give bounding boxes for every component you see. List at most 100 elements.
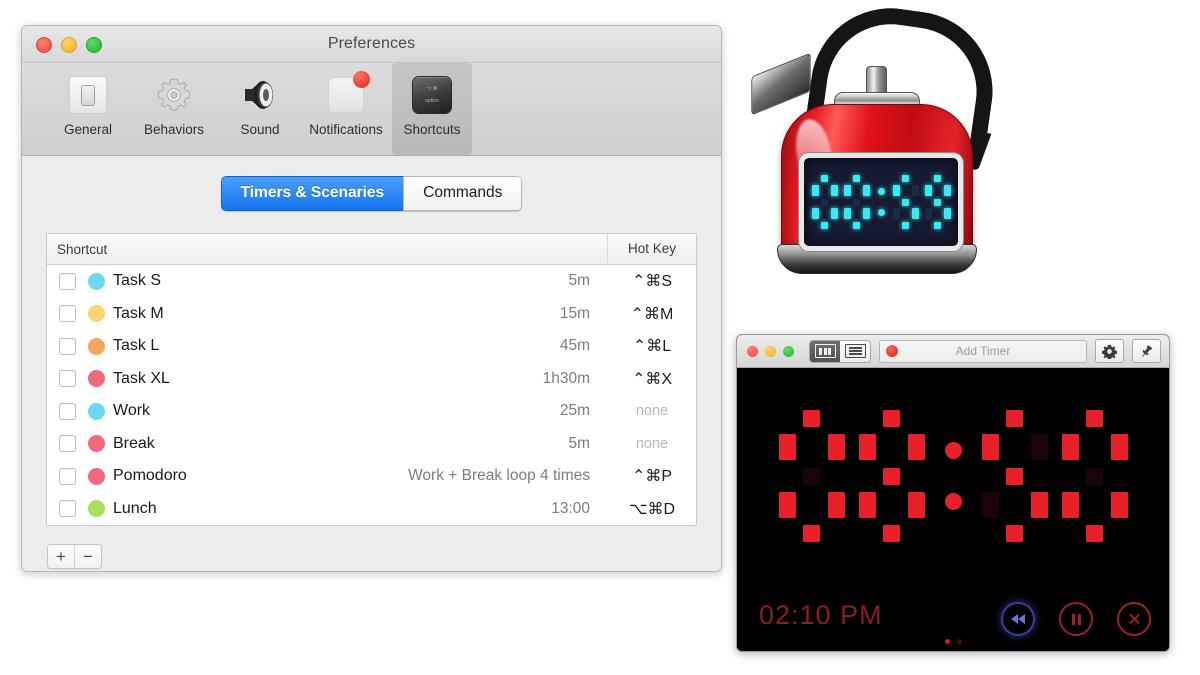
close-circle-icon xyxy=(1128,613,1141,626)
row-name: Task S xyxy=(113,272,162,290)
toolbar-item-shortcuts[interactable]: ⌥⌘ option Shortcuts xyxy=(392,63,472,155)
color-dot-icon xyxy=(88,402,105,420)
toolbar-item-general[interactable]: General xyxy=(48,63,128,137)
table-row[interactable]: Lunch 13:00 ⌥⌘D xyxy=(47,493,696,526)
list-view-icon[interactable] xyxy=(840,340,870,362)
row-hotkey[interactable]: ⌃⌘P xyxy=(608,466,696,486)
window-title: Preferences xyxy=(327,35,416,52)
row-duration: 45m xyxy=(559,337,590,355)
table-row[interactable]: Task L 45m ⌃⌘L xyxy=(47,330,696,363)
row-duration: Work + Break loop 4 times xyxy=(408,467,590,485)
preferences-toolbar: General Behaviors Sound Notifications ⌥⌘… xyxy=(22,63,721,156)
tab-commands[interactable]: Commands xyxy=(403,176,523,211)
preferences-titlebar: Preferences xyxy=(22,26,721,63)
timer-close-window-button[interactable] xyxy=(747,345,758,357)
toolbar-label-behaviors: Behaviors xyxy=(143,122,205,137)
row-hotkey[interactable]: ⌃⌘S xyxy=(608,271,696,291)
color-dot-icon xyxy=(88,272,105,290)
color-dot-icon xyxy=(88,500,105,518)
table-row[interactable]: Task M 15m ⌃⌘M xyxy=(47,298,696,331)
seven-segment-digit xyxy=(843,175,870,229)
table-row[interactable]: Work 25m none xyxy=(47,395,696,428)
row-hotkey[interactable]: ⌃⌘M xyxy=(608,304,696,324)
table-row[interactable]: Task S 5m ⌃⌘S xyxy=(47,265,696,298)
row-hotkey[interactable]: ⌃⌘X xyxy=(608,369,696,389)
add-timer-input[interactable]: Add Timer xyxy=(879,339,1087,363)
seven-segment-digit xyxy=(811,175,838,229)
row-checkbox[interactable] xyxy=(59,435,76,453)
table-row[interactable]: Task XL 1h30m ⌃⌘X xyxy=(47,363,696,396)
preferences-content: Timers & Scenaries Commands Shortcut Hot… xyxy=(22,156,721,571)
page-indicator-dots[interactable] xyxy=(737,639,1169,644)
pause-button[interactable] xyxy=(1059,602,1093,636)
gear-icon[interactable] xyxy=(1095,339,1124,363)
pushpin-icon[interactable] xyxy=(1132,339,1161,363)
row-duration: 5m xyxy=(568,272,590,290)
table-row[interactable]: Pomodoro Work + Break loop 4 times ⌃⌘P xyxy=(47,460,696,493)
add-timer-placeholder: Add Timer xyxy=(955,344,1011,358)
column-header-hotkey: Hot Key xyxy=(607,234,696,264)
add-shortcut-button[interactable]: + xyxy=(48,545,75,568)
row-checkbox[interactable] xyxy=(59,402,76,420)
timer-body: 02:10 PM xyxy=(737,368,1169,651)
toolbar-label-shortcuts: Shortcuts xyxy=(403,122,461,137)
row-duration: 15m xyxy=(559,304,590,322)
row-name: Break xyxy=(113,434,155,452)
notification-icon xyxy=(306,70,386,120)
kettle-spout xyxy=(751,52,811,116)
row-duration: 5m xyxy=(568,434,590,452)
row-duration: 25m xyxy=(559,402,590,420)
tab-bar: Timers & Scenaries Commands xyxy=(22,156,721,211)
colon-separator xyxy=(944,410,962,542)
timer-maximize-window-button[interactable] xyxy=(783,345,794,357)
seven-segment-digit xyxy=(924,175,951,229)
timer-bottom-bar: 02:10 PM xyxy=(737,590,1169,651)
row-checkbox[interactable] xyxy=(59,272,76,290)
preferences-window: Preferences General Behaviors Sound Noti… xyxy=(21,25,722,572)
row-name: Task L xyxy=(113,337,160,355)
row-name: Pomodoro xyxy=(113,467,187,485)
table-header-row: Shortcut Hot Key xyxy=(47,234,696,265)
row-duration: 13:00 xyxy=(551,499,590,517)
kettle-display-screen xyxy=(799,153,963,251)
toolbar-item-notifications[interactable]: Notifications xyxy=(306,63,386,137)
timer-traffic-lights xyxy=(747,345,794,357)
view-toggle-group xyxy=(809,339,871,363)
rewind-button[interactable] xyxy=(1001,602,1035,636)
colon-separator xyxy=(877,175,885,229)
kettle-timer-illustration xyxy=(751,0,1055,308)
row-hotkey[interactable]: none xyxy=(608,403,696,419)
current-clock-time: 02:10 PM xyxy=(759,600,883,630)
toolbar-item-sound[interactable]: Sound xyxy=(220,63,300,137)
table-body: Task S 5m ⌃⌘S Task M 15m ⌃⌘M Task L 45m ⌃⌘L Task … xyxy=(47,265,696,525)
toolbar-label-notifications: Notifications xyxy=(309,122,383,137)
seven-segment-digit xyxy=(778,410,845,542)
row-hotkey[interactable]: none xyxy=(608,436,696,452)
row-checkbox[interactable] xyxy=(59,500,76,518)
row-checkbox[interactable] xyxy=(59,467,76,485)
kettle-display-digits xyxy=(811,175,951,229)
tab-timers-and-scenaries[interactable]: Timers & Scenaries xyxy=(220,176,404,211)
row-checkbox[interactable] xyxy=(59,337,76,355)
row-hotkey[interactable]: ⌥⌘D xyxy=(608,499,696,519)
table-row[interactable]: Break 5m none xyxy=(47,428,696,461)
display-view-icon[interactable] xyxy=(810,340,840,362)
toolbar-label-sound: Sound xyxy=(240,122,280,137)
row-duration: 1h30m xyxy=(542,369,590,387)
stop-button[interactable] xyxy=(1117,602,1151,636)
row-checkbox[interactable] xyxy=(59,370,76,388)
color-dot-icon xyxy=(88,435,105,453)
notification-badge-icon xyxy=(353,71,370,88)
toolbar-item-behaviors[interactable]: Behaviors xyxy=(134,63,214,137)
keycap-option-icon: ⌥⌘ option xyxy=(392,70,472,120)
remove-shortcut-button[interactable]: − xyxy=(75,545,101,568)
row-name: Task M xyxy=(113,304,164,322)
color-dot-icon xyxy=(88,305,105,323)
color-dot-icon xyxy=(88,337,105,355)
seven-segment-digit xyxy=(1061,410,1128,542)
timer-titlebar: Add Timer xyxy=(737,335,1169,368)
timer-minimize-window-button[interactable] xyxy=(765,345,776,357)
row-checkbox[interactable] xyxy=(59,305,76,323)
table-footer-buttons: + − xyxy=(47,544,102,569)
row-hotkey[interactable]: ⌃⌘L xyxy=(608,336,696,356)
